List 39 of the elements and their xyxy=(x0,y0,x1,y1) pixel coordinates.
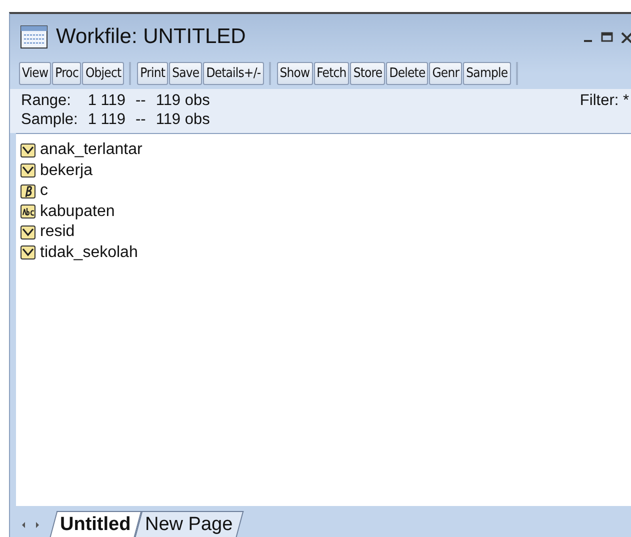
page-tab[interactable]: Untitled xyxy=(49,511,142,537)
object-name[interactable]: resid xyxy=(40,223,75,242)
toolbar-button[interactable]: Fetch xyxy=(314,62,350,85)
toolbar-button[interactable]: Print xyxy=(137,62,168,85)
series-icon xyxy=(20,142,36,158)
toolbar-button[interactable]: Genr xyxy=(429,62,462,85)
sample-value: 1 119 xyxy=(88,110,127,129)
range-label: Range: xyxy=(21,91,72,110)
sample-separator: -- xyxy=(136,110,147,129)
filter-text: Filter: * xyxy=(580,91,630,110)
toolbar-button[interactable]: Delete xyxy=(386,62,428,85)
alpha-series-icon xyxy=(20,204,36,220)
range-value: 1 119 xyxy=(88,91,127,110)
toolbar-button[interactable]: Show xyxy=(276,62,313,85)
toolbar-button[interactable]: Object xyxy=(82,62,124,85)
object-name[interactable]: tidak_sekolah xyxy=(40,244,138,262)
object-name[interactable]: kabupaten xyxy=(40,202,115,221)
toolbar-button[interactable]: Proc xyxy=(52,62,82,85)
series-icon xyxy=(20,224,36,240)
range-obs: 119 obs xyxy=(156,91,211,110)
toolbar-button[interactable]: Save xyxy=(169,62,202,85)
toolbar-button[interactable]: Store xyxy=(350,62,386,85)
toolbar-button[interactable]: View xyxy=(19,62,52,85)
series-icon xyxy=(20,245,36,260)
object-name[interactable]: bekerja xyxy=(40,162,92,180)
close-icon[interactable] xyxy=(621,31,631,43)
sample-obs: 119 obs xyxy=(156,110,211,129)
toolbar-button[interactable]: Details+/- xyxy=(203,62,264,85)
range-separator: -- xyxy=(136,91,147,110)
window-title: Workfile: UNTITLED xyxy=(56,25,247,49)
sample-label: Sample: xyxy=(21,110,79,129)
page-tab[interactable]: New Page xyxy=(134,511,244,537)
series-icon xyxy=(20,163,36,178)
spreadsheet-icon xyxy=(20,25,48,49)
object-name[interactable]: c xyxy=(40,182,48,200)
beta-icon xyxy=(20,184,36,199)
maximize-icon[interactable] xyxy=(601,31,613,43)
toolbar-button[interactable]: Sample xyxy=(463,62,511,85)
object-name[interactable]: anak_terlantar xyxy=(40,141,142,160)
